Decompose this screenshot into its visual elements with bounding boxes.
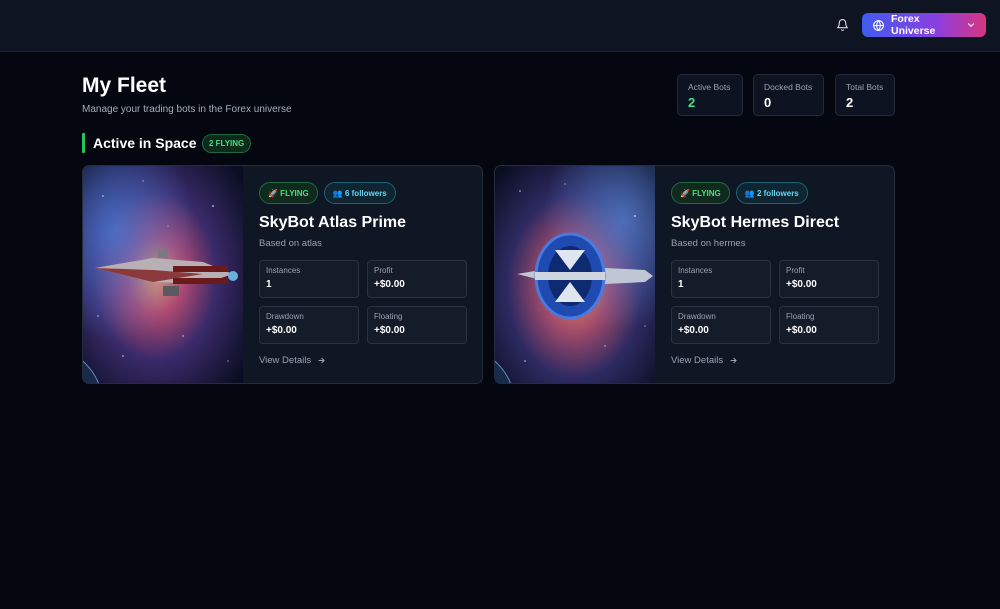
section-accent-bar — [82, 133, 85, 153]
chevron-down-icon — [966, 20, 976, 30]
stat-label: Total Bots — [846, 82, 884, 92]
universe-label: Forex Universe — [891, 13, 936, 37]
bot-card-body: 🚀 FLYING 👥 6 followers SkyBot Atlas Prim… — [259, 166, 482, 383]
metric-value: +$0.00 — [374, 279, 405, 290]
metric-value: +$0.00 — [374, 325, 405, 336]
metric-value: +$0.00 — [266, 325, 297, 336]
flying-status-badge: 🚀 FLYING — [671, 182, 730, 204]
bot-based-on: Based on atlas — [259, 238, 322, 249]
stat-total-bots: Total Bots 2 — [835, 74, 895, 116]
metric-label: Profit — [786, 266, 805, 275]
globe-icon — [872, 19, 885, 32]
metric-label: Drawdown — [678, 312, 716, 321]
stat-active-bots: Active Bots 2 — [677, 74, 743, 116]
stat-label: Active Bots — [688, 82, 731, 92]
metric-label: Floating — [374, 312, 403, 321]
metric-label: Instances — [266, 266, 301, 275]
metric-label: Floating — [786, 312, 815, 321]
bot-card-body: 🚀 FLYING 👥 2 followers SkyBot Hermes Dir… — [671, 166, 894, 383]
followers-badge: 👥 6 followers — [323, 182, 396, 204]
bot-spaceship-image — [495, 166, 655, 383]
metric-label: Profit — [374, 266, 393, 275]
section-title: Active in Space — [93, 135, 197, 151]
arrow-right-icon — [729, 356, 738, 365]
metric-profit: Profit +$0.00 — [779, 260, 879, 298]
view-details-label: View Details — [259, 355, 312, 366]
stat-value: 2 — [688, 95, 696, 110]
metric-floating: Floating +$0.00 — [367, 306, 467, 344]
view-details-link[interactable]: View Details — [259, 355, 326, 366]
bot-based-on: Based on hermes — [671, 238, 746, 249]
stat-value: 0 — [764, 95, 772, 110]
bell-icon[interactable] — [834, 16, 850, 34]
arrow-right-icon — [317, 356, 326, 365]
stat-docked-bots: Docked Bots 0 — [753, 74, 824, 116]
metric-label: Instances — [678, 266, 713, 275]
stat-label: Docked Bots — [764, 82, 813, 92]
universe-selector-button[interactable]: Forex Universe — [862, 13, 986, 37]
metric-value: +$0.00 — [678, 325, 709, 336]
bot-name: SkyBot Hermes Direct — [671, 214, 840, 231]
metric-drawdown: Drawdown +$0.00 — [259, 306, 359, 344]
metric-value: +$0.00 — [786, 279, 817, 290]
bot-spaceship-image — [83, 166, 243, 383]
stat-value: 2 — [846, 95, 854, 110]
flying-status-badge: 🚀 FLYING — [259, 182, 318, 204]
metric-label: Drawdown — [266, 312, 304, 321]
page-subtitle: Manage your trading bots in the Forex un… — [82, 104, 292, 115]
followers-badge: 👥 2 followers — [735, 182, 808, 204]
view-details-link[interactable]: View Details — [671, 355, 738, 366]
metric-instances: Instances 1 — [671, 260, 771, 298]
metric-value: +$0.00 — [786, 325, 817, 336]
metric-profit: Profit +$0.00 — [367, 260, 467, 298]
metric-floating: Floating +$0.00 — [779, 306, 879, 344]
bot-name: SkyBot Atlas Prime — [259, 214, 407, 231]
metric-value: 1 — [678, 279, 684, 290]
bot-card-atlas[interactable]: 🚀 FLYING 👥 6 followers SkyBot Atlas Prim… — [82, 165, 483, 384]
page-title: My Fleet — [82, 74, 167, 97]
flying-count-badge: 2 FLYING — [202, 134, 252, 153]
bot-card-hermes[interactable]: 🚀 FLYING 👥 2 followers SkyBot Hermes Dir… — [494, 165, 895, 384]
top-bar: Forex Universe — [0, 0, 1000, 52]
view-details-label: View Details — [671, 355, 724, 366]
metric-value: 1 — [266, 279, 272, 290]
metric-instances: Instances 1 — [259, 260, 359, 298]
metric-drawdown: Drawdown +$0.00 — [671, 306, 771, 344]
